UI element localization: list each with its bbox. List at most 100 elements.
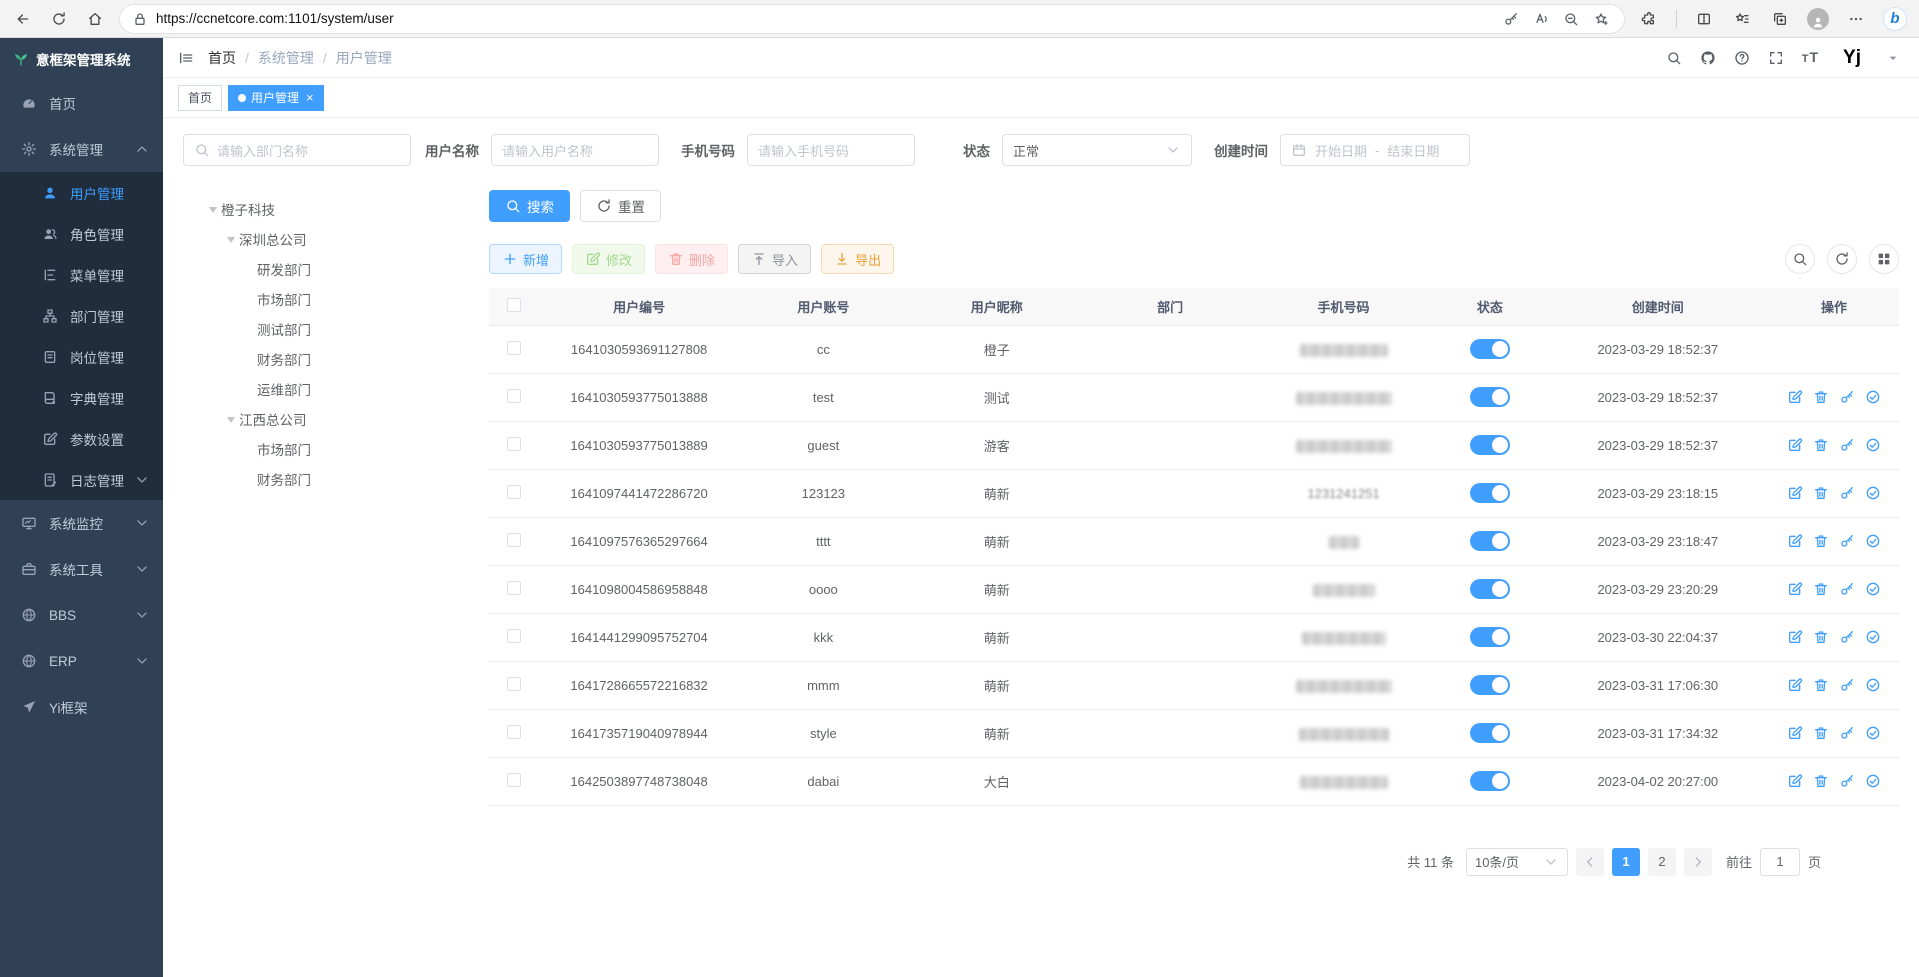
delete-row-button[interactable]	[1813, 533, 1829, 549]
status-toggle[interactable]	[1470, 435, 1510, 455]
sidebar-item-1[interactable]: 系统管理	[0, 126, 163, 172]
reset-button[interactable]: 重置	[580, 190, 661, 222]
help-icon[interactable]	[1734, 50, 1750, 66]
row-checkbox[interactable]	[507, 389, 521, 403]
tree-node[interactable]: 财务部门	[183, 344, 411, 374]
row-checkbox[interactable]	[507, 485, 521, 499]
sidebar-item-5[interactable]: 部门管理	[0, 295, 163, 336]
reset-password-button[interactable]	[1839, 389, 1855, 405]
delete-row-button[interactable]	[1813, 581, 1829, 597]
assign-role-button[interactable]	[1865, 389, 1881, 405]
collections-icon[interactable]	[1769, 8, 1791, 30]
header-search-icon[interactable]	[1666, 50, 1682, 66]
row-checkbox[interactable]	[507, 341, 521, 355]
status-toggle[interactable]	[1470, 387, 1510, 407]
row-checkbox[interactable]	[507, 437, 521, 451]
reset-password-button[interactable]	[1839, 581, 1855, 597]
zoom-out-icon[interactable]	[1560, 8, 1582, 30]
delete-row-button[interactable]	[1813, 725, 1829, 741]
browser-profile-avatar[interactable]	[1807, 8, 1829, 30]
status-toggle[interactable]	[1470, 339, 1510, 359]
bing-chat-icon[interactable]: b	[1883, 7, 1907, 31]
page-1-button[interactable]: 1	[1612, 848, 1640, 876]
sidebar-item-10[interactable]: 系统监控	[0, 500, 163, 546]
reset-password-button[interactable]	[1839, 533, 1855, 549]
sidebar-item-13[interactable]: ERP	[0, 638, 163, 684]
close-icon[interactable]: ×	[306, 90, 314, 105]
status-toggle[interactable]	[1470, 531, 1510, 551]
favorite-star-icon[interactable]	[1590, 8, 1612, 30]
tree-caret-icon[interactable]	[227, 417, 235, 427]
tab-0[interactable]: 首页	[178, 85, 222, 111]
page-2-button[interactable]: 2	[1648, 848, 1676, 876]
toolbar-新增-button[interactable]: 新增	[489, 244, 562, 274]
sidebar-item-2[interactable]: 用户管理	[0, 172, 163, 213]
read-aloud-icon[interactable]	[1530, 8, 1552, 30]
sidebar-item-9[interactable]: 日志管理	[0, 459, 163, 500]
page-size-select[interactable]: 10条/页	[1466, 848, 1568, 876]
fullscreen-icon[interactable]	[1768, 50, 1784, 66]
row-checkbox[interactable]	[507, 629, 521, 643]
reset-password-button[interactable]	[1839, 629, 1855, 645]
column-settings-button[interactable]	[1869, 244, 1899, 274]
phone-input[interactable]: 请输入手机号码	[747, 134, 915, 166]
delete-row-button[interactable]	[1813, 485, 1829, 501]
tree-node[interactable]: 深圳总公司	[183, 224, 411, 254]
tab-1[interactable]: 用户管理 ×	[228, 85, 324, 111]
toolbar-导入-button[interactable]: 导入	[738, 244, 811, 274]
reset-password-button[interactable]	[1839, 677, 1855, 693]
prev-page-button[interactable]	[1576, 848, 1604, 876]
assign-role-button[interactable]	[1865, 629, 1881, 645]
reset-password-button[interactable]	[1839, 437, 1855, 453]
user-avatar[interactable]: Yj	[1837, 43, 1867, 73]
select-all-checkbox[interactable]	[507, 298, 521, 312]
edit-row-button[interactable]	[1787, 773, 1803, 789]
assign-role-button[interactable]	[1865, 533, 1881, 549]
sidebar-item-4[interactable]: 菜单管理	[0, 254, 163, 295]
assign-role-button[interactable]	[1865, 437, 1881, 453]
edit-row-button[interactable]	[1787, 725, 1803, 741]
status-toggle[interactable]	[1470, 627, 1510, 647]
tree-caret-icon[interactable]	[209, 207, 217, 217]
assign-role-button[interactable]	[1865, 773, 1881, 789]
assign-role-button[interactable]	[1865, 677, 1881, 693]
tree-node[interactable]: 运维部门	[183, 374, 411, 404]
status-toggle[interactable]	[1470, 723, 1510, 743]
delete-row-button[interactable]	[1813, 389, 1829, 405]
toggle-search-button[interactable]	[1785, 244, 1815, 274]
sidebar-item-11[interactable]: 系统工具	[0, 546, 163, 592]
menu-fold-icon[interactable]	[178, 50, 194, 66]
browser-home-button[interactable]	[84, 8, 106, 30]
status-toggle[interactable]	[1470, 483, 1510, 503]
url-text[interactable]: https://ccnetcore.com:1101/system/user	[156, 11, 1492, 26]
row-checkbox[interactable]	[507, 533, 521, 547]
row-checkbox[interactable]	[507, 581, 521, 595]
tree-node[interactable]: 市场部门	[183, 284, 411, 314]
split-screen-icon[interactable]	[1693, 8, 1715, 30]
extensions-icon[interactable]	[1638, 8, 1660, 30]
search-button[interactable]: 搜索	[489, 190, 570, 222]
edit-row-button[interactable]	[1787, 485, 1803, 501]
sidebar-item-12[interactable]: BBS	[0, 592, 163, 638]
status-select[interactable]: 正常	[1002, 134, 1192, 166]
reset-password-button[interactable]	[1839, 773, 1855, 789]
browser-refresh-button[interactable]	[48, 8, 70, 30]
sidebar-item-8[interactable]: 参数设置	[0, 418, 163, 459]
row-checkbox[interactable]	[507, 725, 521, 739]
edit-row-button[interactable]	[1787, 677, 1803, 693]
assign-role-button[interactable]	[1865, 725, 1881, 741]
font-size-icon[interactable]: TT	[1802, 49, 1819, 67]
delete-row-button[interactable]	[1813, 677, 1829, 693]
tree-node[interactable]: 市场部门	[183, 434, 411, 464]
tree-node[interactable]: 江西总公司	[183, 404, 411, 434]
avatar-caret-icon[interactable]	[1885, 50, 1901, 66]
next-page-button[interactable]	[1684, 848, 1712, 876]
edit-row-button[interactable]	[1787, 437, 1803, 453]
dept-search-input[interactable]: 请输入部门名称	[183, 134, 411, 166]
github-icon[interactable]	[1700, 50, 1716, 66]
status-toggle[interactable]	[1470, 771, 1510, 791]
tree-caret-icon[interactable]	[227, 237, 235, 247]
sidebar-item-0[interactable]: 首页	[0, 80, 163, 126]
reset-password-button[interactable]	[1839, 725, 1855, 741]
edit-row-button[interactable]	[1787, 533, 1803, 549]
